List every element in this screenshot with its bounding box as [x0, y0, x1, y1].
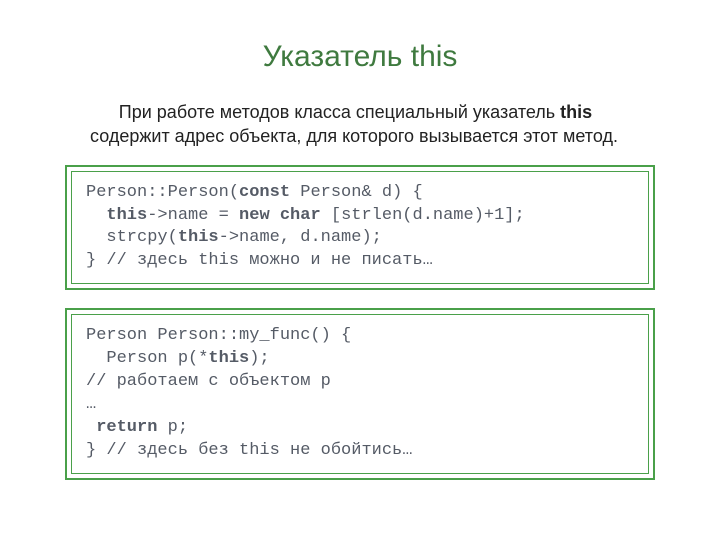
code-block-1-content: Person::Person(const Person& d) { this->…	[71, 171, 649, 285]
code1-l1a: Person::Person(	[86, 183, 239, 202]
slide: Указатель this При работе методов класса…	[0, 0, 720, 540]
code1-kw-const: const	[239, 183, 290, 202]
code1-l3c: ->name, d.name);	[219, 228, 382, 247]
paragraph-text-1: При работе методов класса специальный ук…	[119, 102, 560, 122]
code1-l3a: strcpy(	[86, 228, 178, 247]
paragraph-bold-this: this	[560, 102, 592, 122]
code2-l5c: p;	[157, 418, 188, 437]
paragraph-text-2: содержит адрес объекта, для которого выз…	[90, 126, 618, 146]
code1-l4: } // здесь this можно и не писать…	[86, 251, 433, 270]
code1-kw-this1: this	[106, 206, 147, 225]
code2-l3: // работаем с объектом p	[86, 372, 331, 391]
code1-l2c: ->name =	[147, 206, 239, 225]
code2-l1: Person Person::my_func() {	[86, 326, 351, 345]
slide-title: Указатель this	[40, 40, 680, 74]
code2-l6: } // здесь без this не обойтись…	[86, 441, 412, 460]
code2-l2a: Person p(*	[86, 349, 208, 368]
code2-kw-return: return	[96, 418, 157, 437]
code1-kw-this2: this	[178, 228, 219, 247]
code2-l5a	[86, 418, 96, 437]
code1-l2a	[86, 206, 106, 225]
code1-l2e: [strlen(d.name)+1];	[321, 206, 525, 225]
body-paragraph: При работе методов класса специальный ук…	[90, 100, 630, 149]
code1-kw-newchar: new char	[239, 206, 321, 225]
code-block-2: Person Person::my_func() { Person p(*thi…	[65, 308, 655, 480]
code2-l2c: );	[249, 349, 269, 368]
code-block-2-content: Person Person::my_func() { Person p(*thi…	[71, 314, 649, 474]
code2-l4: …	[86, 395, 96, 414]
code2-kw-this: this	[208, 349, 249, 368]
code-block-1: Person::Person(const Person& d) { this->…	[65, 165, 655, 291]
code1-l1c: Person& d) {	[290, 183, 423, 202]
